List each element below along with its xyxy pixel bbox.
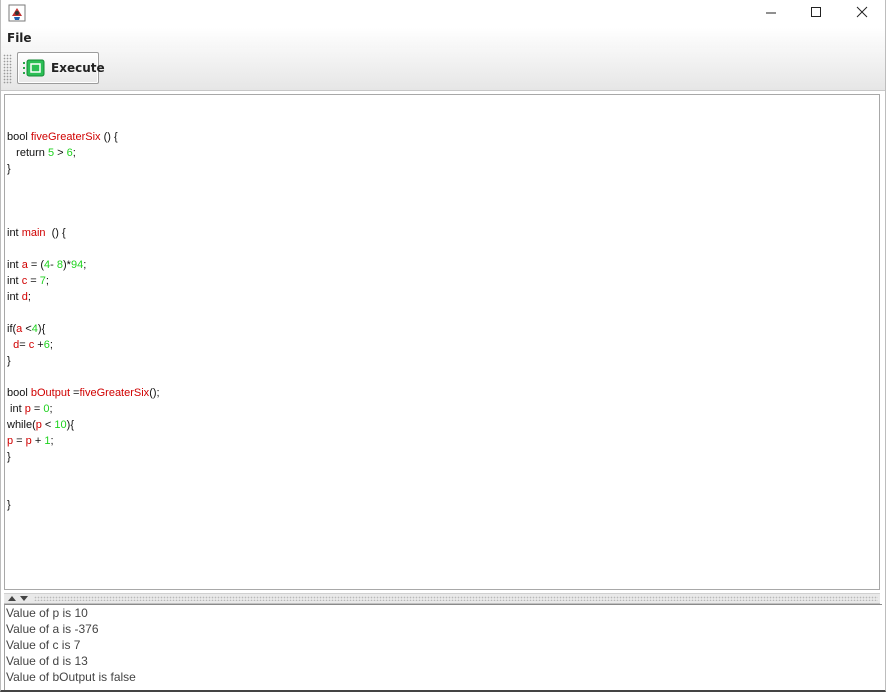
minimize-button[interactable] (748, 0, 794, 28)
close-icon (856, 6, 868, 18)
code-token: ; (45, 275, 49, 287)
split-down-arrow-icon[interactable] (19, 595, 29, 602)
code-token: = (30, 403, 44, 415)
code-token: fiveGreaterSix (30, 131, 101, 143)
code-token: + (34, 339, 44, 351)
code-token: int (7, 227, 22, 239)
java-cup-icon (8, 4, 26, 22)
split-pane-divider[interactable] (4, 593, 880, 604)
code-token: > (54, 147, 67, 159)
console-line: Value of a is -376 (6, 622, 99, 636)
code-line: int main () { (7, 225, 66, 241)
code-line: int c = 7; (7, 273, 49, 289)
code-token: int (7, 291, 22, 303)
code-token: while( (7, 419, 36, 431)
toolbar-grip[interactable] (3, 54, 12, 84)
code-token: ; (50, 435, 54, 447)
code-line: int a = (4- 8)*94; (7, 257, 86, 273)
code-token: = (13, 435, 26, 447)
code-token: (); (149, 387, 160, 399)
toolbar: Execute (0, 48, 886, 91)
code-token: int (7, 403, 25, 415)
code-token: bool (7, 131, 31, 143)
execute-button[interactable]: Execute (17, 52, 105, 84)
code-line: return 5 > 6; (7, 145, 76, 161)
code-token: + (31, 435, 45, 447)
menu-file[interactable]: File (7, 31, 32, 45)
code-token: = (19, 339, 29, 351)
code-token: ){ (37, 323, 46, 335)
code-token: } (7, 499, 11, 511)
code-token: } (7, 355, 11, 367)
code-token: int (7, 275, 22, 287)
code-token: = (27, 275, 40, 287)
code-token: 94 (70, 259, 84, 271)
code-token: ; (72, 147, 76, 159)
code-line: int d; (7, 289, 31, 305)
code-token: return (7, 147, 48, 159)
code-token: bOutput (30, 387, 70, 399)
console-line: Value of bOutput is false (6, 670, 136, 684)
code-line: bool fiveGreaterSix () { (7, 129, 118, 145)
console-line: Value of p is 10 (6, 606, 88, 620)
code-token: int (7, 259, 22, 271)
code-token: () { (45, 227, 66, 239)
code-line: if(a <4){ (7, 321, 45, 337)
console-line: Value of d is 13 (6, 654, 88, 668)
splitter-grip (34, 596, 878, 601)
code-token: if( (7, 323, 17, 335)
minimize-icon (766, 12, 776, 14)
code-token: )* (63, 259, 71, 271)
code-line: } (7, 497, 11, 513)
console-line: Value of c is 7 (6, 638, 81, 652)
output-console[interactable]: Value of p is 10 Value of a is -376 Valu… (4, 604, 882, 690)
code-line: p = p + 1; (7, 433, 54, 449)
code-editor[interactable]: bool fiveGreaterSix () { return 5 > 6;} i… (4, 94, 880, 590)
close-button[interactable] (838, 0, 884, 28)
code-token: = ( (27, 259, 45, 271)
code-token: ; (27, 291, 31, 303)
code-token: 10 (54, 419, 67, 431)
execute-label: Execute (51, 61, 105, 75)
code-token: ){ (66, 419, 74, 431)
code-token: () { (100, 131, 118, 143)
code-line: bool bOutput =fiveGreaterSix(); (7, 385, 160, 401)
code-line: } (7, 161, 11, 177)
code-token: ; (83, 259, 87, 271)
maximize-icon (811, 7, 821, 17)
code-token: } (7, 451, 11, 463)
code-token: < (41, 419, 55, 431)
code-token: fiveGreaterSix (79, 387, 150, 399)
code-token: main (21, 227, 46, 239)
code-token: ; (49, 339, 53, 351)
execute-icon (23, 59, 45, 77)
code-token: bool (7, 387, 31, 399)
code-token: ; (49, 403, 53, 415)
split-up-arrow-icon[interactable] (7, 595, 17, 602)
code-token: } (7, 163, 11, 175)
maximize-button[interactable] (793, 0, 839, 28)
code-line: int p = 0; (7, 401, 53, 417)
title-bar (0, 0, 886, 28)
code-token: - (50, 259, 57, 271)
menu-bar: File (0, 28, 886, 48)
code-line: d= c +6; (7, 337, 53, 353)
code-line: while(p < 10){ (7, 417, 74, 433)
code-line: } (7, 449, 11, 465)
code-line: } (7, 353, 11, 369)
code-token: < (22, 323, 32, 335)
